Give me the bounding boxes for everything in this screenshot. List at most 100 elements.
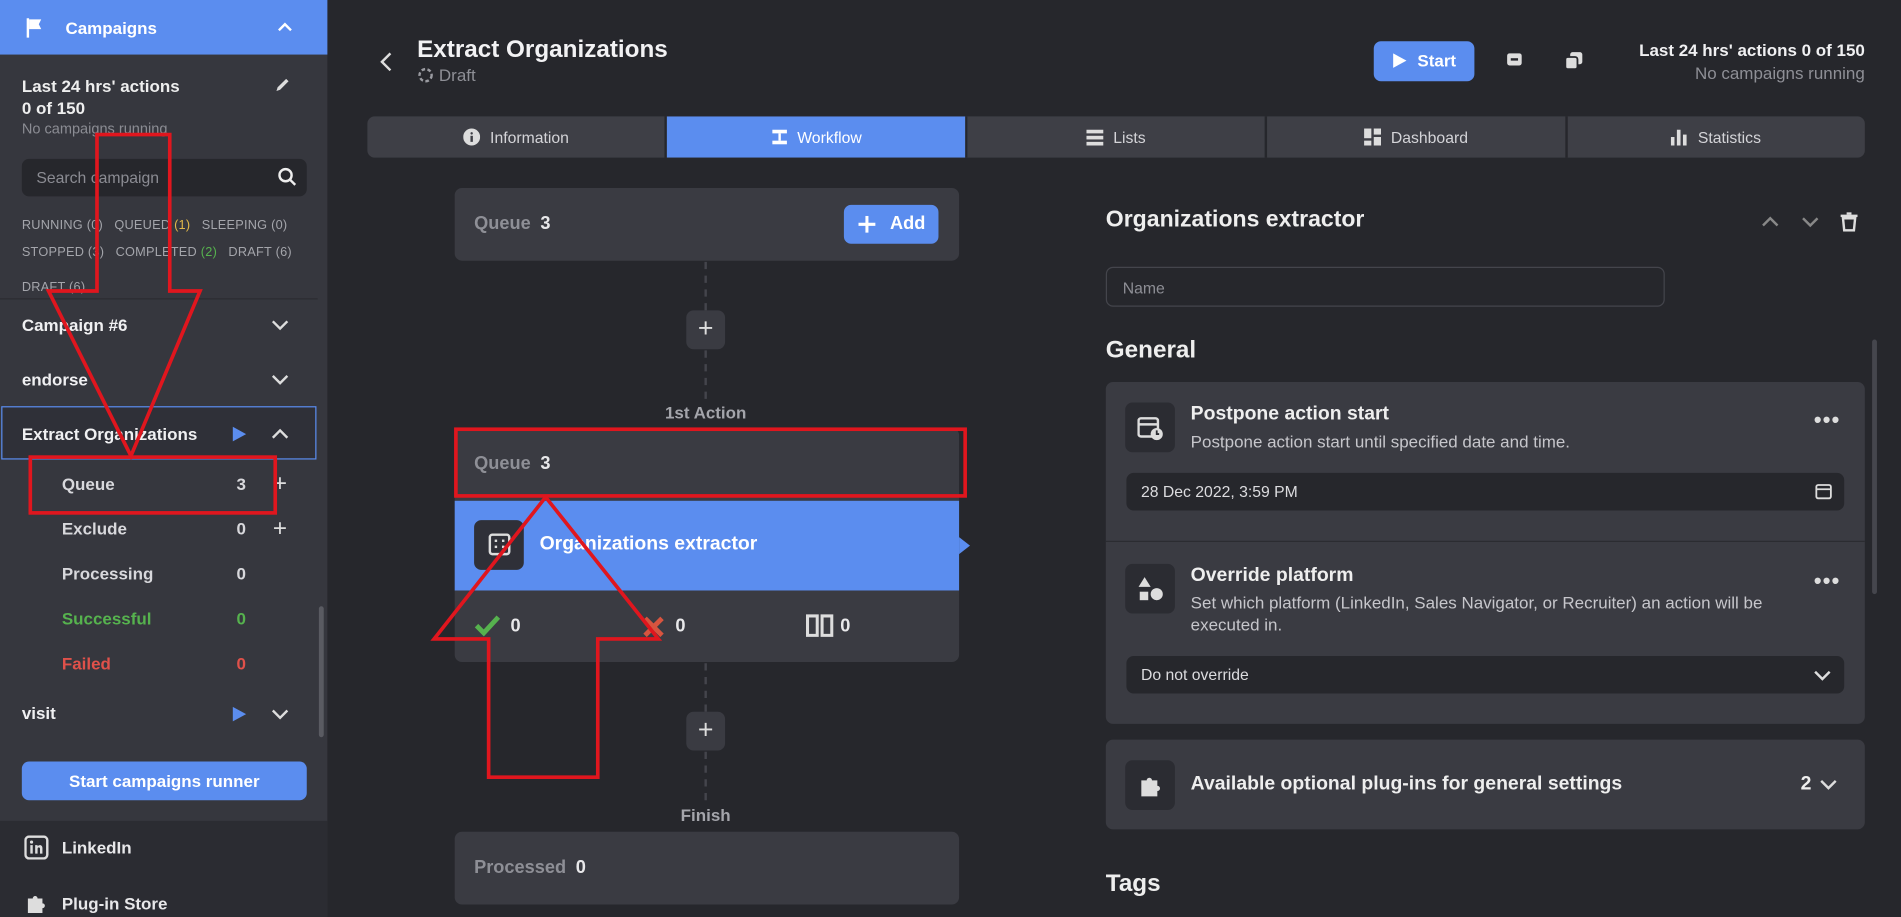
chevron-down-icon[interactable] <box>270 372 289 387</box>
campaign-item-visit[interactable]: visit <box>22 703 56 722</box>
action-organizations-extractor[interactable]: Organizations extractor <box>454 500 960 591</box>
no-campaigns-running-header: No campaigns running <box>1694 63 1865 83</box>
filter-running[interactable]: RUNNING (0) <box>22 218 103 233</box>
duplicate-icon[interactable] <box>1563 50 1585 72</box>
tab-dashboard[interactable]: Dashboard <box>1267 116 1568 158</box>
workflow-icon <box>771 129 787 145</box>
connector <box>704 261 707 311</box>
play-icon <box>1393 53 1407 68</box>
chevron-down-icon[interactable] <box>270 318 289 333</box>
play-icon[interactable] <box>230 706 247 723</box>
start-campaigns-runner-button[interactable]: Start campaigns runner <box>21 761 307 801</box>
move-down-icon[interactable] <box>1801 215 1820 230</box>
info-icon <box>463 128 481 146</box>
tab-bar: Information Workflow Lists Dashboard Sta… <box>367 116 1865 158</box>
flag-icon <box>26 17 42 37</box>
actions-line2: 0 of 150 <box>21 98 86 118</box>
move-up-icon[interactable] <box>1761 215 1780 230</box>
status-badge: Draft <box>438 65 476 85</box>
add-button[interactable]: Add <box>843 204 939 244</box>
filter-completed[interactable]: COMPLETED (2) <box>116 245 218 260</box>
list-icon <box>1086 129 1104 146</box>
sub-item-successful[interactable]: Successful <box>62 609 152 628</box>
panel-title: Organizations extractor <box>1105 207 1365 233</box>
sub-item-exclude[interactable]: Exclude <box>62 519 127 538</box>
campaigns-header[interactable]: Campaigns <box>0 0 328 55</box>
postpone-datetime-field[interactable]: 28 Dec 2022, 3:59 PM <box>1126 472 1845 511</box>
chevron-down-icon[interactable] <box>270 707 289 722</box>
nav-plugin-store[interactable]: Plug-in Store <box>62 894 168 913</box>
shapes-icon <box>1125 563 1175 614</box>
sub-item-queue[interactable]: Queue <box>62 474 115 493</box>
last24-summary: Last 24 hrs' actions 0 of 150 No campaig… <box>1639 39 1865 85</box>
actions-summary: Last 24 hrs' actions 0 of 150 <box>22 75 303 119</box>
back-arrow-icon[interactable] <box>378 51 395 73</box>
sidebar-scrollbar[interactable] <box>318 606 324 738</box>
tab-information[interactable]: Information <box>367 116 668 158</box>
status-filters-row1: RUNNING (0) QUEUED (1) SLEEPING (0) <box>22 218 288 233</box>
search-campaign-input[interactable]: Search campaign <box>21 158 307 197</box>
plugins-title: Available optional plug-ins for general … <box>1190 773 1623 795</box>
more-options-icon[interactable]: ••• <box>1814 569 1841 594</box>
connector <box>704 350 707 399</box>
insert-action-button[interactable]: + <box>686 310 726 350</box>
exclude-count: 0 <box>236 518 246 539</box>
skip-count[interactable]: 0 <box>840 616 850 637</box>
more-options-icon[interactable]: ••• <box>1814 407 1841 432</box>
tab-statistics[interactable]: Statistics <box>1567 116 1865 157</box>
trash-icon[interactable] <box>1840 212 1858 232</box>
campaigns-title: Campaigns <box>65 17 157 37</box>
sidebar: Campaigns Last 24 hrs' actions 0 of 150 … <box>0 0 328 917</box>
panel-scrollbar[interactable] <box>1872 339 1877 595</box>
platform-select[interactable]: Do not override <box>1126 655 1845 694</box>
insert-action-button-2[interactable]: + <box>686 711 726 751</box>
filter-draft-duplicate[interactable]: DRAFT (6) <box>22 280 85 295</box>
campaign-item-campaign-6[interactable]: Campaign #6 <box>22 315 128 334</box>
draft-status-icon <box>418 67 433 83</box>
add-queue-icon[interactable]: + <box>273 472 287 496</box>
add-exclude-icon[interactable]: + <box>273 517 287 541</box>
dashboard-icon <box>1364 128 1382 146</box>
plugins-count: 2 <box>1800 773 1812 795</box>
tab-workflow[interactable]: Workflow <box>667 116 968 158</box>
start-button[interactable]: Start <box>1373 41 1475 82</box>
queue-count: 3 <box>236 474 246 494</box>
no-campaigns-running: No campaigns running <box>21 120 168 138</box>
building-icon <box>474 520 524 570</box>
failed-count: 0 <box>236 653 246 673</box>
sub-item-failed[interactable]: Failed <box>62 654 111 673</box>
nav-linkedin[interactable]: LinkedIn <box>62 838 132 857</box>
filter-stopped[interactable]: STOPPED (3) <box>22 245 104 260</box>
name-input[interactable]: Name <box>1105 266 1665 307</box>
successful-count: 0 <box>236 608 246 629</box>
filter-queued[interactable]: QUEUED (1) <box>114 218 190 233</box>
first-action-label: 1st Action <box>664 402 747 422</box>
chevron-up-icon[interactable] <box>276 18 293 35</box>
puzzle-icon <box>27 896 45 914</box>
search-placeholder: Search campaign <box>36 168 160 187</box>
start-label: Start <box>1417 50 1457 71</box>
status-filters-row2: STOPPED (3) COMPLETED (2) DRAFT (6) <box>22 245 292 260</box>
chevron-down-icon[interactable] <box>1819 777 1838 792</box>
campaign-item-endorse[interactable]: endorse <box>22 370 88 389</box>
search-icon[interactable] <box>278 167 297 186</box>
calendar-icon[interactable] <box>1815 483 1832 500</box>
queue-node-label: Queue 3 <box>474 213 551 235</box>
filter-draft[interactable]: DRAFT (6) <box>228 245 291 260</box>
success-count[interactable]: 0 <box>510 616 520 637</box>
play-icon[interactable] <box>230 426 247 443</box>
archive-icon[interactable] <box>1505 50 1524 69</box>
fail-count[interactable]: 0 <box>675 616 685 637</box>
sub-item-processing[interactable]: Processing <box>62 564 154 583</box>
pencil-icon[interactable] <box>274 76 291 93</box>
filter-sleeping[interactable]: SLEEPING (0) <box>202 218 288 233</box>
connector <box>704 663 707 712</box>
override-title: Override platform <box>1190 565 1354 586</box>
chevron-down-icon <box>1814 670 1831 681</box>
campaign-name-extract[interactable]: Extract Organizations <box>22 424 197 443</box>
tab-lists[interactable]: Lists <box>967 116 1268 158</box>
linkedin-icon <box>24 835 49 860</box>
skip-icon <box>806 614 834 637</box>
divider <box>1105 540 1865 542</box>
chevron-up-icon[interactable] <box>270 427 289 442</box>
